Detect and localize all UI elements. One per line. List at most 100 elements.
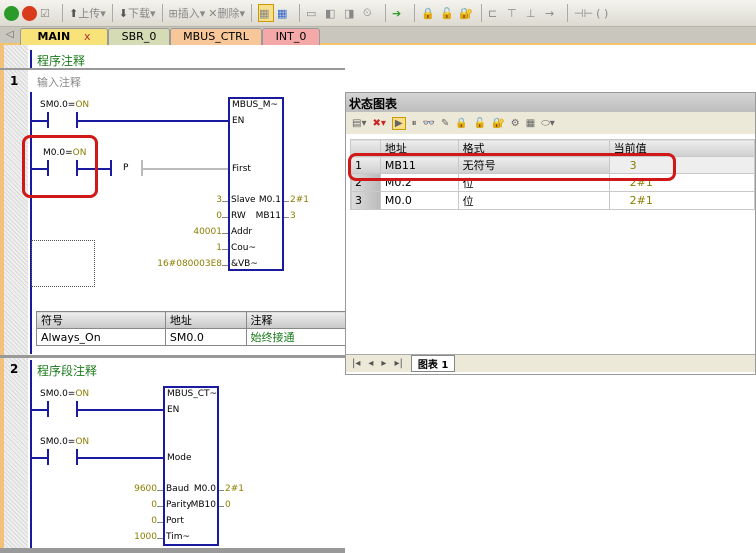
tag-icon[interactable]: ⬭▾ [541, 118, 555, 129]
selection-cursor [31, 240, 95, 287]
p-edge-label: P [123, 163, 129, 173]
wire [30, 120, 48, 122]
goto-icon[interactable]: ➔ [392, 4, 408, 22]
input-pin: Tim~ [166, 532, 191, 542]
last-sheet-icon[interactable]: ▸| [394, 358, 402, 369]
forward-icon[interactable]: ◨ [344, 4, 360, 22]
pause-icon[interactable]: ⏸ [412, 118, 417, 129]
sheet-tab-chart1[interactable]: 图表 1 [410, 355, 456, 372]
format-cell[interactable]: 位 [457, 191, 610, 210]
unforce-icon[interactable]: 🔓 [474, 118, 486, 129]
delete-label: 删除 [217, 7, 240, 20]
contact-sm00[interactable] [47, 112, 49, 128]
back-icon[interactable]: ◧ [325, 4, 341, 22]
wire [77, 457, 164, 459]
address-cell[interactable]: M0.0 [379, 191, 459, 210]
contact-icon[interactable]: ⊣⊢ [574, 4, 593, 22]
trend-icon[interactable]: ▦ [526, 118, 535, 129]
address-header: 地址 [164, 311, 247, 329]
prev-sheet-icon[interactable]: ◂ [368, 358, 373, 369]
network-comment[interactable]: 程序段注释 [37, 362, 97, 379]
read-forced-icon[interactable]: ⚙ [511, 118, 520, 129]
download-button[interactable]: ⬇ 下载 ▾ [119, 4, 156, 22]
line-up-icon[interactable]: ⊥ [526, 4, 542, 22]
tab-scroll-left-icon[interactable]: ◁ [6, 29, 14, 40]
value-cell[interactable]: 2#1 [608, 191, 756, 210]
pin-wire [219, 506, 224, 507]
input-value: 16#080003E8 [157, 259, 222, 269]
program-comment[interactable]: 程序注释 [37, 52, 85, 69]
input-value: 40001 [193, 227, 222, 237]
coil-icon[interactable]: ( ) [596, 4, 612, 22]
upload-button[interactable]: ⬆ 上传 ▾ [69, 4, 106, 22]
first-sheet-icon[interactable]: |◂ [352, 358, 360, 369]
input-value: 3 [216, 195, 222, 205]
input-value: 1000 [134, 532, 157, 542]
tab-sbr0[interactable]: SBR_0 [108, 28, 170, 45]
input-value: 0 [216, 211, 222, 221]
pin-wire [157, 522, 163, 523]
read-icon[interactable]: 👓 [423, 118, 435, 129]
run-icon[interactable] [4, 5, 19, 21]
network-gutter [0, 45, 28, 553]
lock-icon[interactable]: 🔒 [421, 4, 437, 22]
input-pin: Cou~ [231, 243, 257, 253]
symbol-header: 符号 [36, 311, 166, 329]
bookmark-icon[interactable]: ▭ [306, 4, 322, 22]
insert-button[interactable]: ⊞ 插入 ▾ [169, 4, 206, 22]
tab-close-icon[interactable]: x [84, 30, 91, 43]
wire-inactive [142, 168, 229, 170]
chart-status-icon[interactable]: ▶ [391, 116, 406, 130]
unlock-icon[interactable]: 🔓 [440, 4, 456, 22]
output-pin: M0.0 [193, 484, 216, 494]
pin-wire [222, 217, 228, 218]
output-value: 2#1 [290, 195, 309, 205]
branch-icon[interactable]: ⊏ [488, 4, 504, 22]
network-number: 2 [10, 362, 19, 376]
row-number: 3 [350, 191, 381, 210]
stop-icon[interactable] [22, 5, 37, 21]
input-value: 0 [151, 500, 157, 510]
sheet-tabs-bar: |◂ ◂ ▸ ▸| 图表 1 [346, 354, 755, 372]
pin-wire [157, 490, 163, 491]
write-icon[interactable]: ✎ [441, 118, 449, 129]
contact-sm00-2[interactable] [47, 449, 49, 465]
p-edge-contact[interactable] [110, 160, 112, 176]
program-status-icon[interactable]: ▦ [258, 4, 274, 22]
highlight-box [348, 153, 676, 181]
pin-wire [157, 538, 163, 539]
download-label: 下载 [127, 7, 150, 20]
comment-bar [30, 50, 32, 70]
tab-main[interactable]: MAIN x [20, 28, 108, 45]
chart-status-icon[interactable]: ▦ [277, 4, 293, 22]
tab-int0[interactable]: INT_0 [262, 28, 320, 45]
force-icon[interactable]: 🔒 [455, 118, 467, 129]
timer-icon[interactable]: ⏲ [363, 4, 379, 22]
editor-tabs: ◁ MAIN x SBR_0 MBUS_CTRL INT_0 [0, 27, 756, 45]
line-down-icon[interactable]: ⊤ [507, 4, 523, 22]
delete-row-icon[interactable]: ✖▾ [372, 118, 385, 129]
delete-button[interactable]: ✕ 删除 ▾ [208, 4, 245, 22]
tab-mbus-ctrl[interactable]: MBUS_CTRL [170, 28, 262, 45]
add-lock-icon[interactable]: 🔐 [459, 4, 475, 22]
pin-wire [219, 490, 224, 491]
pin-wire [222, 201, 228, 202]
delete-icon: ✕ [208, 6, 218, 20]
symbol-cell: Always_On [36, 328, 166, 346]
insert-label: 插入 [177, 7, 200, 20]
symbol-row[interactable]: Always_On SM0.0 始终接通 [36, 328, 347, 346]
pin-first: First [232, 164, 251, 174]
compile-icon[interactable]: ☑ [40, 4, 56, 22]
insert-icon: ⊞ [168, 6, 178, 20]
status-row[interactable]: 3 M0.0 位 2#1 [350, 191, 756, 210]
line-right-icon[interactable]: → [545, 4, 561, 22]
pin-wire [222, 233, 228, 234]
insert-row-icon[interactable]: ▤▾ [352, 118, 366, 129]
unforce-all-icon[interactable]: 🔐 [492, 118, 504, 129]
network-comment[interactable]: 输入注释 [37, 74, 81, 90]
input-pin: RW [231, 211, 246, 221]
wire [77, 409, 164, 411]
next-sheet-icon[interactable]: ▸ [381, 358, 386, 369]
upload-label: 上传 [78, 7, 101, 20]
contact-sm00[interactable] [47, 401, 49, 417]
